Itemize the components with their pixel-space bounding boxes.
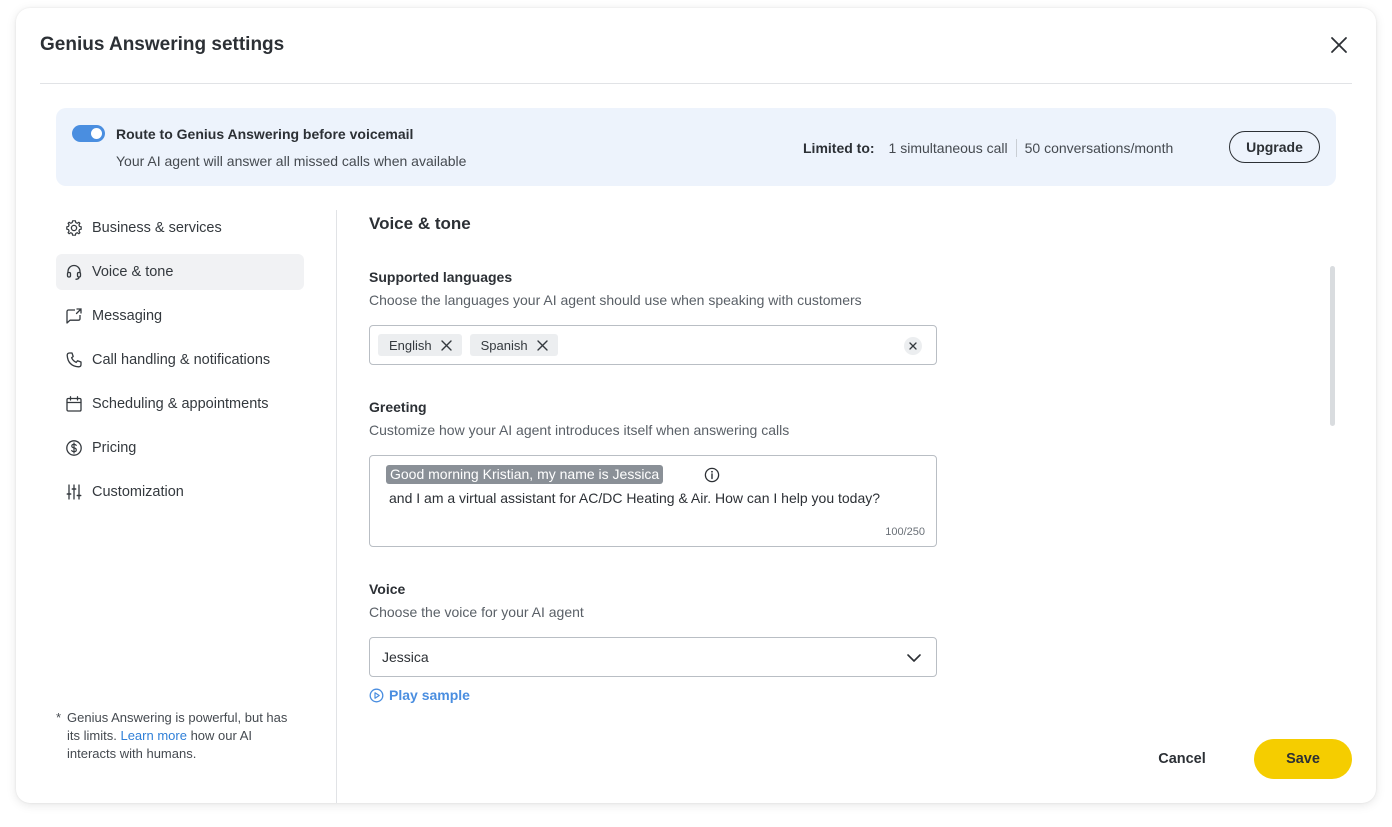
learn-more-link[interactable]: Learn more [120, 728, 186, 743]
language-chip-spanish: Spanish [469, 334, 558, 356]
routing-banner: Route to Genius Answering before voicema… [56, 108, 1336, 186]
limits-label: Limited to: [803, 140, 875, 156]
remove-chip-icon[interactable] [536, 339, 548, 351]
banner-title: Route to Genius Answering before voicema… [116, 126, 414, 142]
limit-conversations: 50 conversations/month [1024, 140, 1174, 156]
voice-selected-value: Jessica [382, 649, 429, 665]
sidebar-item-business-services[interactable]: Business & services [56, 210, 306, 246]
dollar-icon [65, 439, 83, 457]
close-icon[interactable] [1328, 34, 1350, 56]
sidebar-item-label: Business & services [92, 220, 222, 236]
banner-subtitle: Your AI agent will answer all missed cal… [116, 153, 467, 169]
play-sample-link[interactable]: Play sample [369, 687, 470, 703]
sidebar-item-messaging[interactable]: Messaging [56, 298, 306, 334]
sidebar-divider [336, 210, 337, 803]
limit-calls: 1 simultaneous call [888, 140, 1008, 156]
languages-label: Supported languages [369, 269, 513, 285]
languages-multiselect[interactable]: English Spanish [369, 325, 937, 365]
sidebar-item-voice-tone[interactable]: Voice & tone [56, 254, 304, 290]
sidebar-item-label: Scheduling & appointments [92, 396, 269, 412]
content-scrollbar[interactable] [1330, 266, 1335, 426]
greeting-textarea[interactable]: Good morning Kristian, my name is Jessic… [369, 455, 937, 547]
note-text: Genius Answering is powerful, but has it… [56, 709, 301, 763]
modal-title: Genius Answering settings [40, 34, 285, 55]
language-chip-english: English [378, 334, 462, 356]
sidebar-item-pricing[interactable]: Pricing [56, 430, 306, 466]
voice-description: Choose the voice for your AI agent [369, 604, 584, 620]
phone-icon [65, 351, 83, 369]
greeting-text: and I am a virtual assistant for AC/DC H… [389, 490, 881, 506]
sidebar-item-label: Call handling & notifications [92, 352, 271, 368]
voice-tone-panel: Voice & tone Supported languages Choose … [369, 210, 969, 703]
plan-limits: Limited to: 1 simultaneous call 50 conve… [803, 139, 1173, 157]
sidebar-item-label: Messaging [92, 308, 163, 324]
cancel-button[interactable]: Cancel [1146, 741, 1218, 777]
sidebar-item-customization[interactable]: Customization [56, 474, 306, 510]
remove-chip-icon[interactable] [440, 339, 452, 351]
sidebar-item-scheduling[interactable]: Scheduling & appointments [56, 386, 306, 422]
voice-select[interactable]: Jessica [369, 637, 937, 677]
note-asterisk: * [56, 710, 62, 725]
play-circle-icon [369, 688, 384, 702]
header-divider [40, 83, 1352, 84]
sidebar-item-label: Pricing [92, 440, 137, 456]
save-button[interactable]: Save [1254, 739, 1352, 779]
gear-icon [65, 219, 83, 237]
toggle-knob [91, 128, 102, 139]
sidebar-item-label: Customization [92, 484, 184, 500]
sliders-icon [65, 483, 83, 501]
greeting-label: Greeting [369, 399, 427, 415]
settings-sidebar: Business & services Voice & tone Messagi… [56, 210, 306, 518]
upgrade-button[interactable]: Upgrade [1229, 131, 1320, 163]
limits-separator [1015, 139, 1017, 157]
calendar-icon [65, 395, 83, 413]
play-sample-label: Play sample [389, 687, 470, 703]
section-title: Voice & tone [369, 214, 471, 233]
close-button[interactable] [1328, 34, 1350, 56]
info-icon[interactable] [704, 467, 720, 483]
sidebar-item-label: Voice & tone [92, 264, 174, 280]
chevron-down-icon [907, 654, 921, 662]
clear-all-icon[interactable] [904, 337, 922, 355]
languages-description: Choose the languages your AI agent shoul… [369, 292, 862, 308]
limits-note: * Genius Answering is powerful, but has … [56, 709, 301, 763]
greeting-description: Customize how your AI agent introduces i… [369, 422, 790, 438]
chip-label: English [389, 337, 432, 353]
route-toggle[interactable] [72, 125, 105, 142]
message-icon [65, 307, 83, 325]
voice-label: Voice [369, 581, 406, 597]
settings-modal: Genius Answering settings Route to Geniu… [16, 8, 1376, 803]
chip-label: Spanish [480, 337, 528, 353]
sidebar-item-call-handling[interactable]: Call handling & notifications [56, 342, 306, 378]
greeting-variable-tag[interactable]: Good morning Kristian, my name is Jessic… [386, 465, 664, 484]
headset-icon [65, 263, 83, 281]
character-counter: 100/250 [885, 526, 925, 538]
